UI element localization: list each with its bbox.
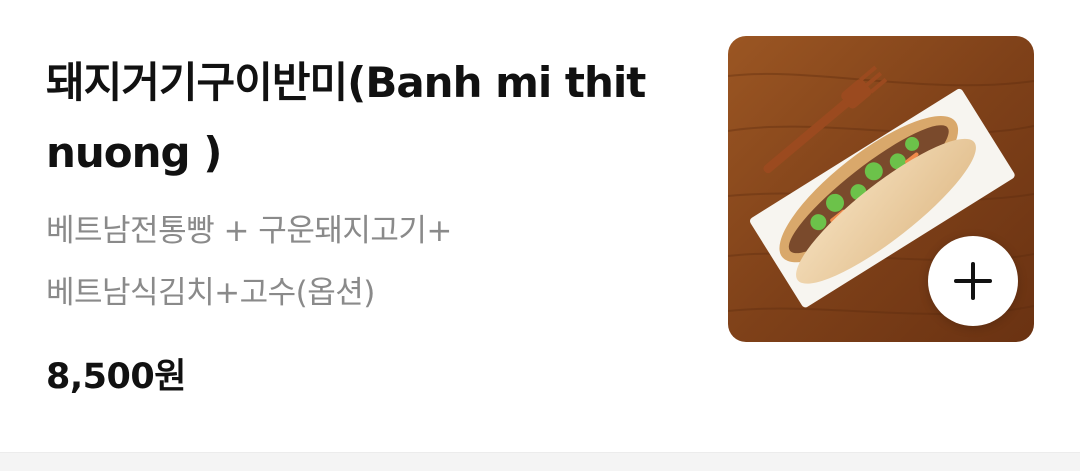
menu-item-price: 8,500원 bbox=[46, 357, 186, 397]
description-line-2: 베트남식김치+고수(옵션) bbox=[46, 275, 375, 311]
section-divider bbox=[0, 452, 1080, 471]
menu-item-card[interactable]: 돼지거기구이반미(Banh mi thit nuong ) 베트남전통빵 + 구… bbox=[0, 0, 1080, 452]
add-to-cart-button[interactable] bbox=[928, 236, 1018, 326]
menu-item-name: 돼지거기구이반미(Banh mi thit nuong ) bbox=[46, 58, 646, 177]
menu-item-image-wrap[interactable] bbox=[728, 36, 1034, 342]
description-line-1: 베트남전통빵 + 구운돼지고기+ bbox=[46, 213, 452, 249]
menu-item-description: 베트남전통빵 + 구운돼지고기+ 베트남식김치+고수(옵션) bbox=[46, 200, 566, 324]
